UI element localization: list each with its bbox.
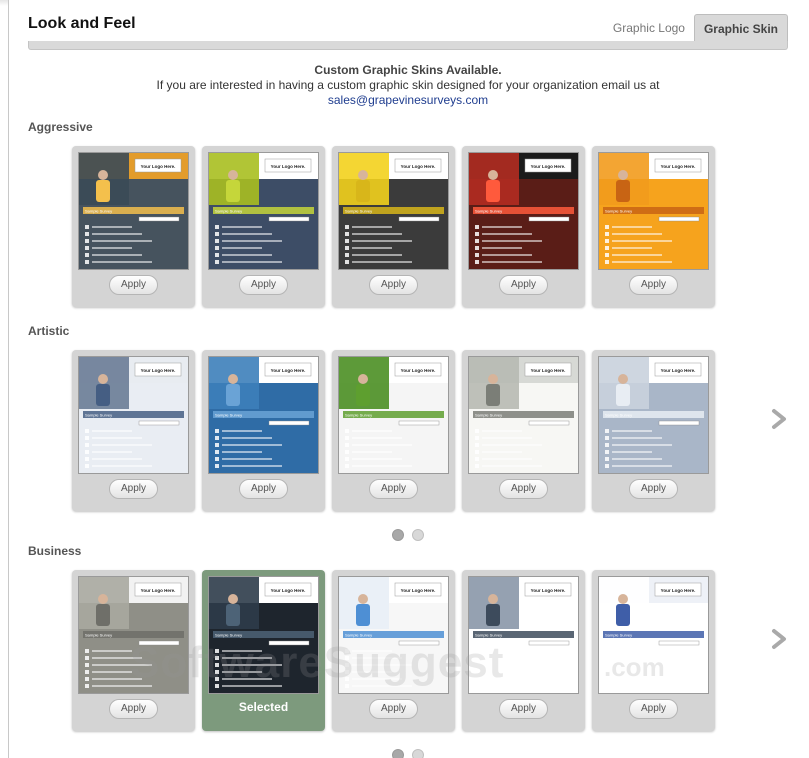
sales-email-link[interactable]: sales@grapevinesurveys.com [28,93,788,108]
skin-preview-image: Your Logo Here. Sample Survey [78,152,189,270]
svg-text:Sample Survey: Sample Survey [85,633,112,638]
svg-text:Your Logo Here.: Your Logo Here. [141,588,176,593]
section-label-business: Business [28,544,82,558]
apply-button[interactable]: Apply [499,275,548,295]
svg-text:Sample Survey: Sample Survey [475,413,502,418]
svg-text:Your Logo Here.: Your Logo Here. [661,588,696,593]
notice-body: If you are interested in having a custom… [156,78,660,92]
svg-text:Sample Survey: Sample Survey [475,209,502,214]
svg-text:Sample Survey: Sample Survey [345,633,372,638]
watermark-logo: SoftwareSuggest [130,638,505,687]
apply-button[interactable]: Apply [629,275,678,295]
apply-button[interactable]: Apply [239,275,288,295]
skin-preview-image: Your Logo Here. Sample Survey [468,152,579,270]
skin-preview-image: Your Logo Here. Sample Survey [208,152,319,270]
svg-text:Sample Survey: Sample Survey [475,633,502,638]
skin-card-aggressive-5[interactable]: Your Logo Here. Sample Survey Apply [592,146,715,307]
artistic-pager [392,529,424,541]
svg-text:Your Logo Here.: Your Logo Here. [661,164,696,169]
svg-text:Sample Survey: Sample Survey [345,209,372,214]
skin-card-business-5[interactable]: Your Logo Here. Sample Survey Apply [592,570,715,731]
apply-button[interactable]: Apply [499,699,548,719]
svg-text:Sample Survey: Sample Survey [215,209,242,214]
apply-button[interactable]: Apply [239,479,288,499]
svg-text:Your Logo Here.: Your Logo Here. [531,164,566,169]
apply-button[interactable]: Apply [109,275,158,295]
apply-button[interactable]: Apply [369,275,418,295]
section-label-artistic: Artistic [28,324,70,338]
svg-text:Sample Survey: Sample Survey [605,209,632,214]
skin-preview-image: Your Logo Here. Sample Survey [468,356,579,474]
notice-heading: Custom Graphic Skins Available. [314,63,502,77]
skin-card-aggressive-4[interactable]: Your Logo Here. Sample Survey Apply [462,146,585,307]
artistic-page-dot-2[interactable] [412,529,424,541]
apply-button[interactable]: Apply [369,479,418,499]
tab-bar: Graphic Logo Graphic Skin [604,14,788,44]
apply-button[interactable]: Apply [369,699,418,719]
skin-card-artistic-3[interactable]: Your Logo Here. Sample Survey Apply [332,350,455,511]
selected-label: Selected [238,700,289,714]
business-pager [392,749,424,758]
svg-text:Your Logo Here.: Your Logo Here. [141,368,176,373]
svg-text:Sample Survey: Sample Survey [85,413,112,418]
apply-button[interactable]: Apply [629,479,678,499]
svg-text:Sample Survey: Sample Survey [215,413,242,418]
svg-text:Your Logo Here.: Your Logo Here. [531,368,566,373]
header-divider [28,41,788,50]
apply-button[interactable]: Apply [109,699,158,719]
tab-graphic-logo[interactable]: Graphic Logo [604,14,694,44]
custom-skin-notice: Custom Graphic Skins Available. If you a… [28,63,788,108]
skin-card-aggressive-2[interactable]: Your Logo Here. Sample Survey Apply [202,146,325,307]
svg-text:Your Logo Here.: Your Logo Here. [401,588,436,593]
svg-text:Your Logo Here.: Your Logo Here. [141,164,176,169]
section-label-aggressive: Aggressive [28,120,93,134]
watermark-suffix: .com [604,652,665,682]
svg-text:Sample Survey: Sample Survey [605,633,632,638]
skin-preview-image: Your Logo Here. Sample Survey [598,152,709,270]
svg-text:Your Logo Here.: Your Logo Here. [661,368,696,373]
svg-text:Your Logo Here.: Your Logo Here. [271,164,306,169]
svg-text:Sample Survey: Sample Survey [345,413,372,418]
svg-text:Your Logo Here.: Your Logo Here. [531,588,566,593]
business-page-dot-1[interactable] [392,749,404,758]
artistic-next-arrow-icon[interactable] [769,408,789,430]
panel-header: Look and Feel Graphic Logo Graphic Skin [28,14,788,50]
business-next-arrow-icon[interactable] [769,628,789,650]
svg-text:Your Logo Here.: Your Logo Here. [401,164,436,169]
skin-card-aggressive-1[interactable]: Your Logo Here. Sample Survey Apply [72,146,195,307]
svg-text:Sample Survey: Sample Survey [85,209,112,214]
skin-card-artistic-5[interactable]: Your Logo Here. Sample Survey Apply [592,350,715,511]
skin-card-artistic-1[interactable]: Your Logo Here. Sample Survey Apply [72,350,195,511]
skin-preview-image: Your Logo Here. Sample Survey [338,356,449,474]
svg-text:Your Logo Here.: Your Logo Here. [401,368,436,373]
skin-preview-image: Your Logo Here. Sample Survey [338,152,449,270]
apply-button[interactable]: Apply [629,699,678,719]
artistic-page-dot-1[interactable] [392,529,404,541]
business-page-dot-2[interactable] [412,749,424,758]
svg-text:Sample Survey: Sample Survey [605,413,632,418]
tab-graphic-skin[interactable]: Graphic Skin [693,14,788,44]
skin-card-aggressive-3[interactable]: Your Logo Here. Sample Survey Apply [332,146,455,307]
skin-preview-image: Your Logo Here. Sample Survey [208,356,319,474]
svg-text:Your Logo Here.: Your Logo Here. [271,588,306,593]
svg-text:Your Logo Here.: Your Logo Here. [271,368,306,373]
skin-card-artistic-2[interactable]: Your Logo Here. Sample Survey Apply [202,350,325,511]
svg-text:Sample Survey: Sample Survey [215,633,242,638]
skin-preview-image: Your Logo Here. Sample Survey [598,356,709,474]
skin-preview-image: Your Logo Here. Sample Survey [78,356,189,474]
page-title: Look and Feel [28,15,136,32]
apply-button[interactable]: Apply [109,479,158,499]
skin-card-artistic-4[interactable]: Your Logo Here. Sample Survey Apply [462,350,585,511]
apply-button[interactable]: Apply [499,479,548,499]
